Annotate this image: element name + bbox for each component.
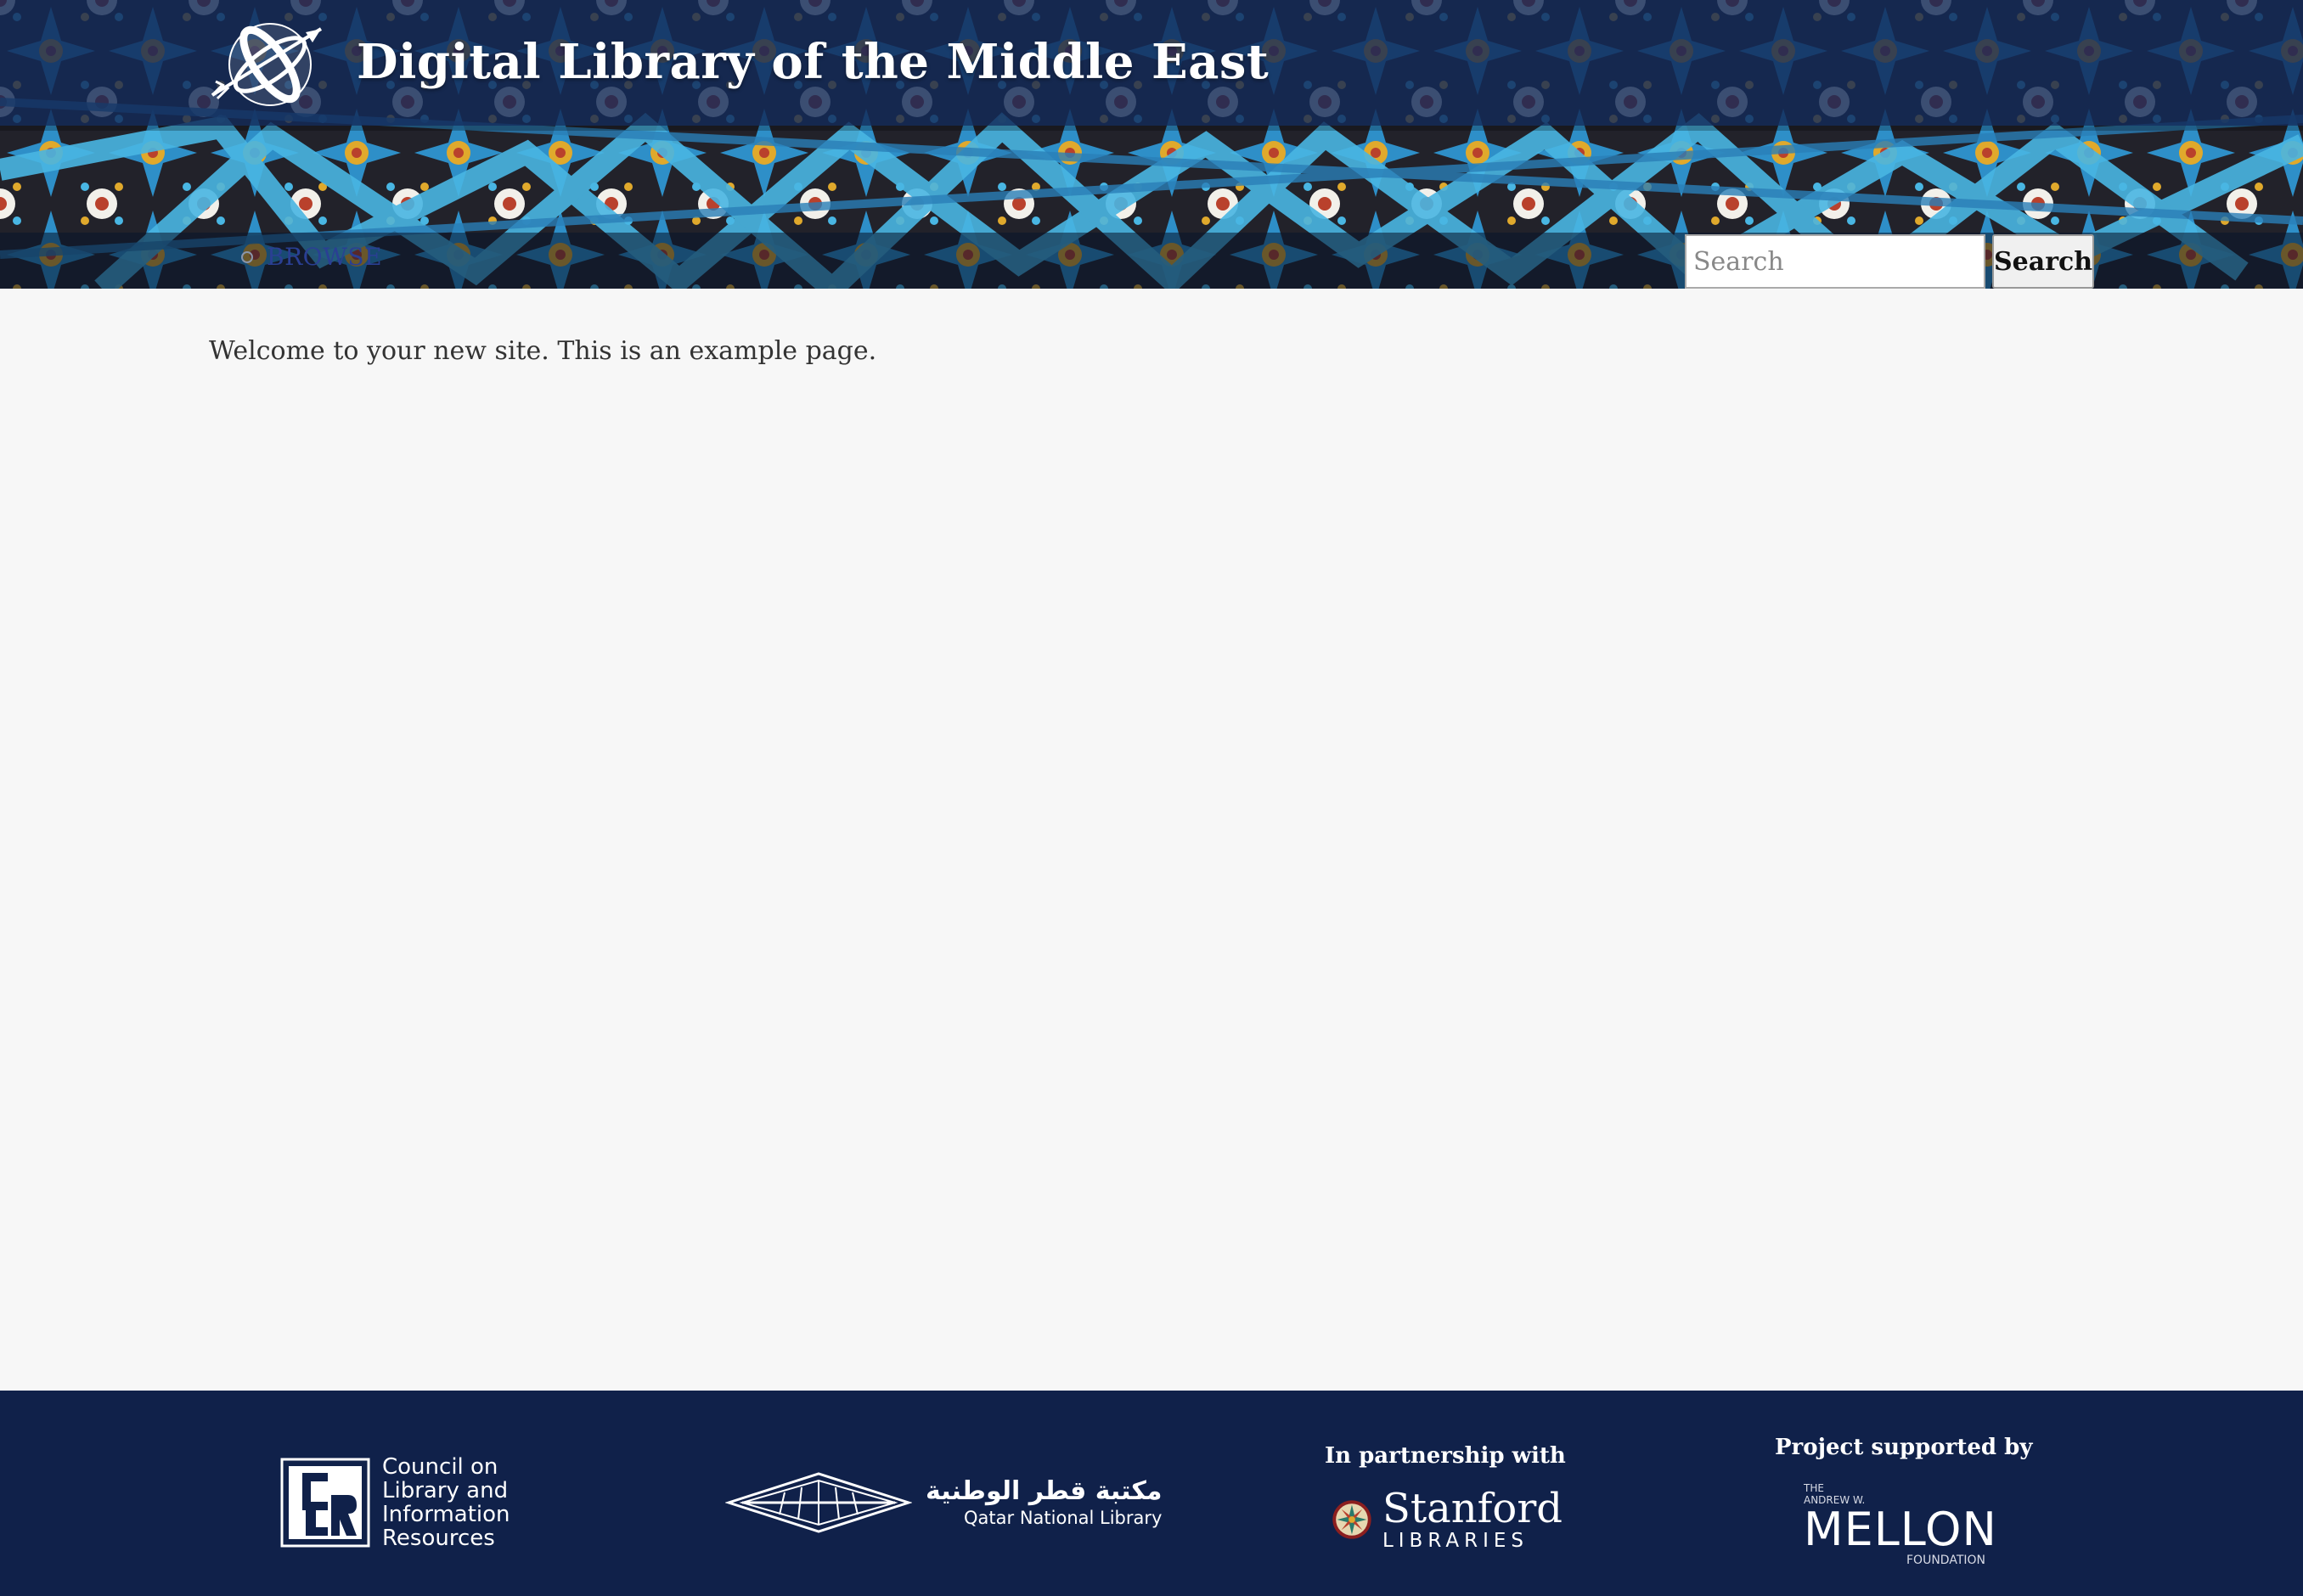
main-nav: BROWSE <box>241 243 382 271</box>
support-block: Project supported by THE ANDREW W. MELLO… <box>1775 1435 2033 1567</box>
mellon-wordmark: MELLON <box>1804 1503 1997 1556</box>
clir-name: Council on Library and Information Resou… <box>382 1455 510 1550</box>
search-input[interactable] <box>1685 234 1985 289</box>
mellon-logo-link[interactable]: THE ANDREW W. MELLON FOUNDATION <box>1804 1482 1997 1567</box>
clir-line-3: Information <box>382 1502 510 1527</box>
globe-arrow-icon[interactable] <box>209 17 328 109</box>
qnl-arabic-name: مكتبة قطر الوطنية <box>926 1476 1163 1506</box>
support-caption: Project supported by <box>1775 1435 2033 1460</box>
stanford-wordmark: Stanford <box>1382 1485 1563 1532</box>
qnl-logo-icon <box>725 1472 912 1533</box>
clir-line-4: Resources <box>382 1526 495 1551</box>
qnl-logo-link[interactable]: مكتبة قطر الوطنية Qatar National Library <box>725 1470 1162 1535</box>
search-button[interactable]: Search <box>1992 234 2094 289</box>
main-content: Welcome to your new site. This is an exa… <box>209 336 876 366</box>
qnl-name: مكتبة قطر الوطنية Qatar National Library <box>926 1476 1162 1529</box>
clir-line-1: Council on <box>382 1454 498 1480</box>
site-header: Digital Library of the Middle East BROWS… <box>0 0 2303 289</box>
clir-logo-link[interactable]: Council on Library and Information Resou… <box>280 1455 510 1550</box>
nav-link-browse[interactable]: BROWSE <box>267 243 382 271</box>
qnl-english-name: Qatar National Library <box>964 1508 1163 1528</box>
stanford-name: Stanford LIBRARIES <box>1382 1487 1563 1552</box>
stanford-rosette-icon <box>1332 1500 1371 1539</box>
mellon-the: THE <box>1804 1482 1824 1494</box>
stanford-libraries-label: LIBRARIES <box>1382 1530 1529 1552</box>
stanford-logo-link[interactable]: Stanford LIBRARIES <box>1332 1487 1563 1552</box>
partner-caption: In partnership with <box>1325 1443 1566 1469</box>
welcome-text: Welcome to your new site. This is an exa… <box>209 336 877 366</box>
partner-block: In partnership with Stanford LIBRARIES <box>1325 1443 1566 1552</box>
nav-bullet-icon <box>241 250 253 263</box>
search-form: Search <box>1685 234 2094 289</box>
clir-line-2: Library and <box>382 1478 509 1503</box>
site-footer: Council on Library and Information Resou… <box>0 1391 2303 1596</box>
clir-logo-icon <box>280 1458 370 1548</box>
title-band-shadow <box>0 126 2303 131</box>
site-title[interactable]: Digital Library of the Middle East <box>357 34 1269 90</box>
